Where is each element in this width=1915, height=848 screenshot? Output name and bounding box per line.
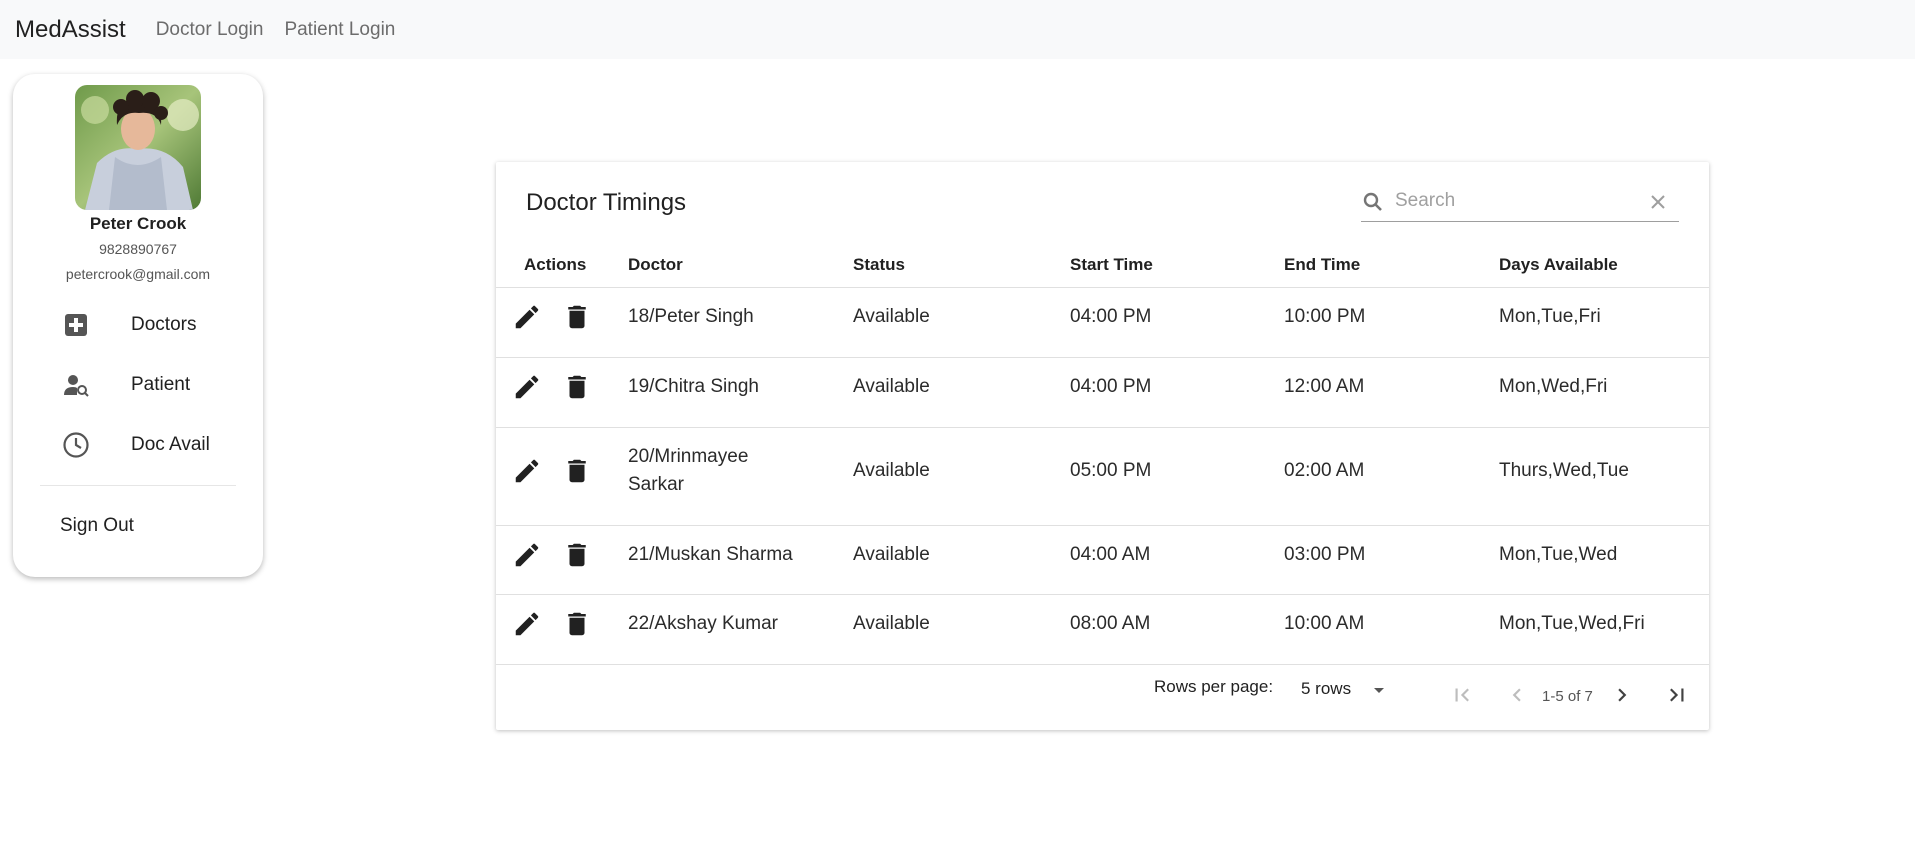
cell-end-time: 10:00 AM (1284, 613, 1365, 634)
profile-email: petercrook@gmail.com (65, 266, 211, 282)
cell-doctor: 22/Akshay Kumar (628, 613, 778, 634)
sidebar-item-patient[interactable]: Patient (13, 360, 263, 410)
clock-icon (61, 430, 91, 460)
row-divider (496, 664, 1709, 665)
sidebar-item-label: Doctors (131, 314, 197, 335)
edit-icon[interactable] (512, 609, 542, 639)
cell-start-time: 04:00 AM (1070, 544, 1151, 565)
edit-icon[interactable] (512, 456, 542, 486)
sign-out-button[interactable]: Sign Out (60, 515, 134, 537)
row-divider (496, 287, 1709, 288)
page-title: Doctor Timings (526, 189, 687, 216)
next-page-icon[interactable] (1609, 682, 1635, 708)
avatar (75, 85, 201, 210)
profile-phone: 9828890767 (99, 241, 177, 257)
sidebar-item-doctors[interactable]: Doctors (13, 300, 263, 350)
previous-page-icon[interactable] (1504, 682, 1530, 708)
cell-status: Available (853, 613, 930, 634)
cell-days: Mon,Tue,Wed (1499, 544, 1618, 565)
cell-status: Available (853, 460, 930, 481)
row-divider (496, 525, 1709, 526)
delete-icon[interactable] (562, 609, 592, 639)
cell-status: Available (853, 306, 930, 327)
pagination-range: 1-5 of 7 (1542, 688, 1593, 705)
cell-status: Available (853, 544, 930, 565)
delete-icon[interactable] (562, 456, 592, 486)
cell-end-time: 10:00 PM (1284, 306, 1366, 327)
cell-start-time: 05:00 PM (1070, 460, 1152, 481)
column-header-end-time[interactable]: End Time (1284, 255, 1360, 275)
edit-icon[interactable] (512, 540, 542, 570)
edit-icon[interactable] (512, 302, 542, 332)
cell-days: Mon,Wed,Fri (1499, 376, 1608, 397)
column-header-actions[interactable]: Actions (524, 255, 586, 275)
cell-status: Available (853, 376, 930, 397)
cell-days: Mon,Tue,Wed,Fri (1499, 613, 1645, 634)
row-divider (496, 594, 1709, 595)
search-input[interactable] (1395, 186, 1635, 216)
cell-days: Thurs,Wed,Tue (1499, 460, 1629, 481)
rows-per-page-value: 5 rows (1301, 679, 1352, 698)
cell-doctor: 19/Chitra Singh (628, 376, 759, 397)
cell-doctor: 20/Mrinmayee Sarkar (628, 446, 749, 495)
cell-doctor: 21/Muskan Sharma (628, 544, 793, 565)
medical-plus-icon (61, 310, 91, 340)
rows-per-page-select[interactable]: 5 rows (1301, 674, 1401, 704)
column-header-status[interactable]: Status (853, 255, 905, 275)
nav-doctor-login[interactable]: Doctor Login (156, 19, 264, 41)
cell-start-time: 04:00 PM (1070, 306, 1152, 327)
rows-per-page-label: Rows per page: (1154, 677, 1274, 696)
search-box (1361, 182, 1679, 222)
person-search-icon (61, 370, 91, 400)
cell-end-time: 12:00 AM (1284, 376, 1365, 397)
column-header-doctor[interactable]: Doctor (628, 255, 683, 275)
sidebar-item-label: Doc Avail (131, 434, 210, 455)
cell-doctor: 18/Peter Singh (628, 306, 754, 327)
last-page-icon[interactable] (1664, 682, 1690, 708)
chevron-down-icon (1374, 688, 1384, 693)
search-icon (1361, 190, 1385, 214)
delete-icon[interactable] (562, 372, 592, 402)
cell-end-time: 02:00 AM (1284, 460, 1365, 481)
edit-icon[interactable] (512, 372, 542, 402)
first-page-icon[interactable] (1449, 682, 1475, 708)
cell-end-time: 03:00 PM (1284, 544, 1366, 565)
delete-icon[interactable] (562, 540, 592, 570)
row-divider (496, 427, 1709, 428)
nav-patient-login[interactable]: Patient Login (284, 19, 395, 41)
sidebar-item-label: Patient (131, 374, 191, 395)
delete-icon[interactable] (562, 302, 592, 332)
sidebar-item-doc-avail[interactable]: Doc Avail (13, 420, 263, 470)
column-header-days-available[interactable]: Days Available (1499, 255, 1618, 275)
divider (40, 485, 236, 486)
row-divider (496, 357, 1709, 358)
column-header-start-time[interactable]: Start Time (1070, 255, 1153, 275)
profile-name: Peter Crook (89, 214, 187, 233)
doctor-timings-table: Doctor Timings Actions Doctor Status Sta… (496, 162, 1709, 730)
clear-search-icon[interactable] (1647, 191, 1669, 213)
cell-start-time: 08:00 AM (1070, 613, 1151, 634)
profile-card: Peter Crook 9828890767 petercrook@gmail.… (13, 74, 263, 577)
brand-logo[interactable]: MedAssist (15, 16, 126, 44)
cell-start-time: 04:00 PM (1070, 376, 1152, 397)
top-navbar: MedAssist Doctor Login Patient Login (0, 0, 1915, 59)
cell-days: Mon,Tue,Fri (1499, 306, 1601, 327)
